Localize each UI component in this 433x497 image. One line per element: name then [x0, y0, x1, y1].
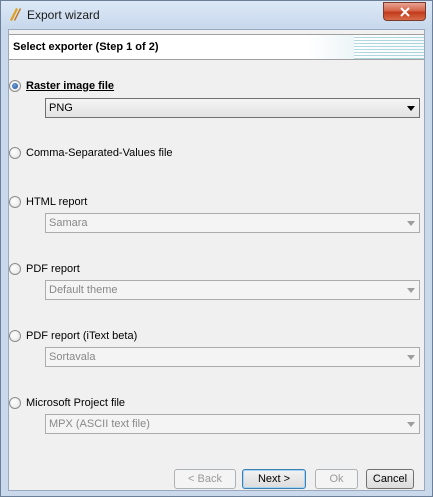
back-button: < Back	[174, 469, 236, 489]
option-html[interactable]: HTML report	[9, 194, 87, 210]
radio-html[interactable]	[9, 196, 21, 208]
chevron-down-icon	[407, 355, 415, 360]
wizard-body: Select exporter (Step 1 of 2) Raster ima…	[8, 29, 425, 491]
option-msproject-label: Microsoft Project file	[26, 397, 126, 409]
radio-msproject[interactable]	[9, 397, 21, 409]
raster-format-select[interactable]: PNG	[45, 98, 420, 118]
cancel-button[interactable]: Cancel	[366, 469, 414, 489]
pdf-itext-theme-select: Sortavala	[45, 347, 420, 367]
header-decoration	[354, 35, 424, 59]
option-msproject[interactable]: Microsoft Project file	[9, 395, 125, 411]
step-header: Select exporter (Step 1 of 2)	[9, 34, 424, 60]
radio-raster[interactable]	[9, 80, 21, 92]
pdf-theme-value: Default theme	[49, 284, 118, 296]
chevron-down-icon	[407, 221, 415, 226]
chevron-down-icon	[407, 288, 415, 293]
step-title: Select exporter (Step 1 of 2)	[13, 41, 159, 53]
option-pdf-itext[interactable]: PDF report (iText beta)	[9, 328, 137, 344]
radio-pdf[interactable]	[9, 263, 21, 275]
chevron-down-icon	[407, 422, 415, 427]
export-wizard-window: Export wizard Select exporter (Step 1 of…	[0, 0, 433, 497]
option-raster[interactable]: Raster image file	[9, 78, 114, 94]
option-pdf-itext-label: PDF report (iText beta)	[26, 330, 138, 342]
close-button[interactable]	[383, 2, 426, 21]
app-icon	[7, 6, 23, 22]
window-title: Export wizard	[27, 8, 100, 22]
close-icon	[399, 6, 410, 17]
option-html-label: HTML report	[26, 196, 88, 208]
option-pdf-label: PDF report	[26, 263, 80, 275]
radio-pdf-itext[interactable]	[9, 330, 21, 342]
option-pdf[interactable]: PDF report	[9, 261, 80, 277]
raster-format-value: PNG	[49, 102, 73, 114]
msproject-format-value: MPX (ASCII text file)	[49, 418, 150, 430]
option-raster-label: Raster image file	[26, 80, 115, 92]
html-theme-value: Samara	[49, 217, 88, 229]
pdf-theme-select: Default theme	[45, 280, 420, 300]
next-button[interactable]: Next >	[242, 469, 306, 489]
chevron-down-icon	[407, 106, 415, 111]
msproject-format-select: MPX (ASCII text file)	[45, 414, 420, 434]
html-theme-select: Samara	[45, 213, 420, 233]
radio-csv[interactable]	[9, 147, 21, 159]
title-bar[interactable]: Export wizard	[1, 1, 432, 29]
ok-button: Ok	[315, 469, 358, 489]
pdf-itext-theme-value: Sortavala	[49, 351, 96, 363]
option-csv[interactable]: Comma-Separated-Values file	[9, 145, 173, 161]
option-csv-label: Comma-Separated-Values file	[26, 147, 173, 159]
